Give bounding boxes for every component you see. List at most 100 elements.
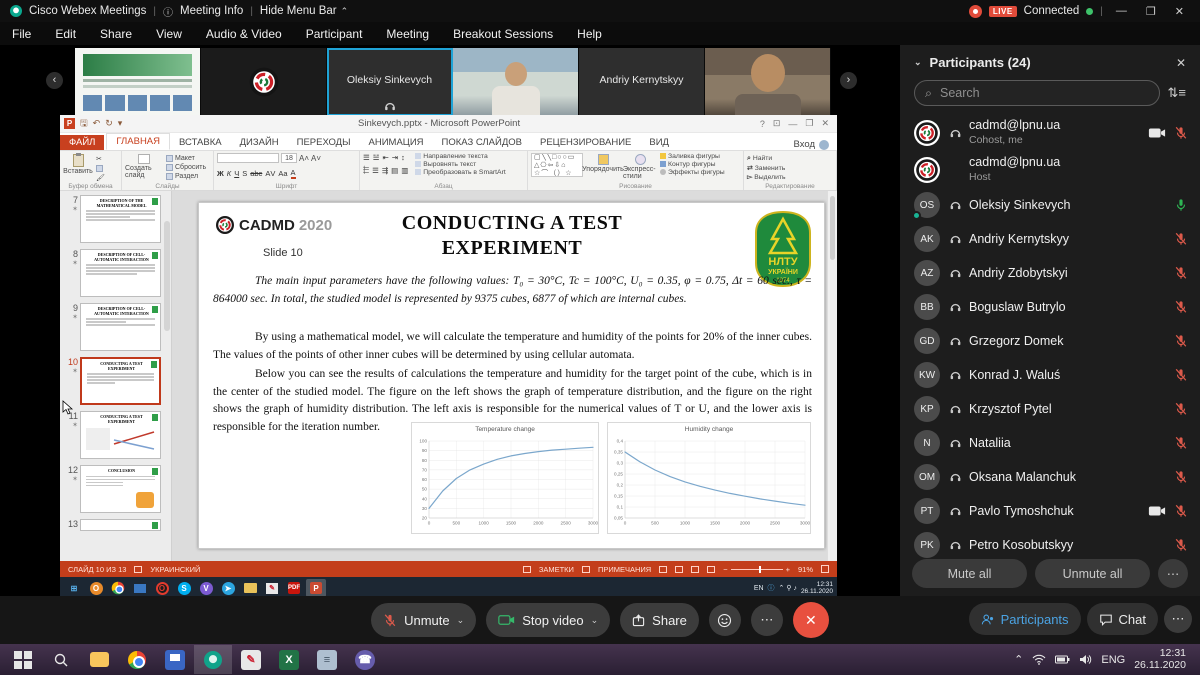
wifi-icon[interactable] [1032,654,1046,665]
tab-transitions[interactable]: ПЕРЕХОДЫ [288,135,360,150]
menu-breakout-sessions[interactable]: Breakout Sessions [453,27,553,41]
minimize-button[interactable]: — [1110,5,1133,17]
undo-icon[interactable]: ↶ [93,118,101,129]
mic-muted-icon[interactable] [1174,368,1188,382]
mic-muted-icon[interactable] [1174,538,1188,552]
bullets-icon[interactable]: ☰ [363,153,370,162]
video-tile-andriy[interactable]: Andriy Kernytskyy [579,48,705,116]
webex-app-icon[interactable] [194,645,232,674]
clock[interactable]: 12:31 26.11.2020 [1134,648,1186,671]
reading-view-icon[interactable] [691,566,699,573]
comments-button[interactable]: ПРИМЕЧАНИЯ [598,565,651,574]
thumbnail-7[interactable]: 7✶ DESCRIPTION OF THE MATHEMATICAL MODEL [62,195,161,243]
shared-computer-icon[interactable] [130,579,150,597]
hide-menu-bar-button[interactable]: Hide Menu Bar [260,5,337,17]
menu-participant[interactable]: Participant [306,27,363,41]
tab-review[interactable]: РЕЦЕНЗИРОВАНИЕ [531,135,640,150]
shared-folder-icon[interactable] [240,579,260,597]
shared-imageeditor-icon[interactable]: ✎ [262,579,282,597]
font-size-box[interactable]: 18 [281,153,297,163]
shared-powerpoint-icon[interactable]: P [306,579,326,597]
strikethrough-button[interactable]: abc [250,169,262,178]
spellcheck-icon[interactable] [134,566,142,573]
change-case-button[interactable]: Aa [278,169,287,178]
participant-row[interactable]: cadmd@lpnu.uaHost [900,151,1200,188]
camera-on-icon[interactable] [1148,127,1166,139]
thumbnail-12[interactable]: 12✶ CONCLUSION [62,465,161,513]
grow-font-icon[interactable]: A˄ [299,154,309,163]
tab-home[interactable]: ГЛАВНАЯ [106,133,170,150]
font-name-box[interactable] [217,153,279,163]
find-button[interactable]: ⌕Найти [747,155,786,163]
ppt-restore-button[interactable]: ❐ [801,118,817,129]
participant-row[interactable]: cadmd@lpnu.uaCohost, me [900,114,1200,151]
save-app-icon[interactable] [156,645,194,674]
menu-audio-video[interactable]: Audio & Video [206,27,282,41]
mic-muted-icon[interactable] [1174,232,1188,246]
shape-outline-button[interactable]: Контур фигуры [660,161,725,168]
slideshow-icon[interactable] [707,566,715,573]
tab-animations[interactable]: АНИМАЦИЯ [360,135,433,150]
underline-button[interactable]: Ч [234,169,239,178]
participant-row[interactable]: KP Krzysztof Pytel [900,392,1200,426]
meeting-info-button[interactable]: Meeting Info [180,5,243,17]
participant-row[interactable]: AZ Andriy Zdobytskyi [900,256,1200,290]
thumbnail-8[interactable]: 8✶ DESCRIPTION OF CELL-AUTOMATIC INTERAC… [62,249,161,297]
align-center-icon[interactable]: ☰ [372,166,379,175]
zoom-control[interactable]: − + [723,565,790,574]
filmstrip-prev-button[interactable]: ‹ [46,72,63,89]
mic-muted-icon[interactable] [1174,334,1188,348]
slide-canvas[interactable]: CADMD 2020 Slide 10 CONDUCTING A TEST EX… [198,202,825,549]
chevron-down-icon[interactable]: ⌄ [591,615,599,626]
shared-mediaplayer-icon[interactable]: O [86,579,106,597]
sort-icon[interactable]: ⇅≡ [1168,85,1186,101]
sign-in-button[interactable]: Вход [794,139,838,150]
close-button[interactable]: ✕ [1169,5,1190,18]
thumbnail-10-selected[interactable]: 10✶ CONDUCTING A TEST EXPERIMENT [62,357,161,405]
collapse-chevron-icon[interactable]: ⌄ [914,57,922,68]
participant-row[interactable]: BB Boguslaw Butrylo [900,290,1200,324]
chevron-down-icon[interactable]: ⌄ [457,615,465,626]
ppt-close-button[interactable]: ✕ [817,118,833,129]
chrome-icon[interactable] [118,645,156,674]
cut-icon[interactable]: ✂ [96,155,105,163]
ppt-minimize-button[interactable]: — [784,119,801,129]
mic-muted-icon[interactable] [1174,266,1188,280]
filmstrip-next-button[interactable]: › [840,72,857,89]
share-button[interactable]: Share [620,603,699,637]
help-icon[interactable]: ? [756,119,769,129]
redo-icon[interactable]: ↻ [105,118,113,129]
shared-viber-icon[interactable]: V [196,579,216,597]
smartart-button[interactable]: Преобразовать в SmartArt [415,169,505,176]
menu-view[interactable]: View [156,27,182,41]
editor-scrollbar[interactable] [827,191,837,561]
clipboard-small-buttons[interactable]: ✂ 🖌 [96,153,105,182]
menu-meeting[interactable]: Meeting [386,27,429,41]
participant-row[interactable]: GD Grzegorz Domek [900,324,1200,358]
line-spacing-icon[interactable]: ↕ [401,153,405,162]
shared-telegram-icon[interactable]: ➤ [218,579,238,597]
select-button[interactable]: ▻Выделить [747,173,786,181]
shrink-font-icon[interactable]: A˅ [311,154,321,163]
video-tile-poster[interactable] [75,48,201,116]
menu-help[interactable]: Help [577,27,602,41]
format-painter-icon[interactable]: 🖌 [96,174,105,182]
taskbar-search-button[interactable] [42,645,80,674]
shared-language-indicator[interactable]: EN [754,585,764,592]
tab-view[interactable]: ВИД [640,135,678,150]
reset-button[interactable]: Сбросить [166,164,206,171]
shared-start-button[interactable]: ⊞ [64,579,84,597]
tab-file[interactable]: ФАЙЛ [60,135,104,150]
search-input[interactable] [940,86,1149,100]
zoom-in-icon[interactable]: + [786,565,790,574]
tray-chevron-icon[interactable]: ⌃ [1014,653,1023,666]
more-options-button[interactable]: ⋯ [751,604,783,636]
thumbnail-11[interactable]: 11✶ CONDUCTING A TEST EXPERIMENT [62,411,161,459]
speaker-icon[interactable] [1079,654,1092,665]
zoom-slider[interactable] [731,569,783,570]
search-box[interactable]: ⌕ [914,80,1160,106]
indent-less-icon[interactable]: ⇤ [382,153,388,162]
language-indicator[interactable]: УКРАИНСКИЙ [150,565,200,574]
unmute-all-button[interactable]: Unmute all [1035,559,1150,588]
stop-video-button[interactable]: Stop video ⌄ [486,603,610,637]
